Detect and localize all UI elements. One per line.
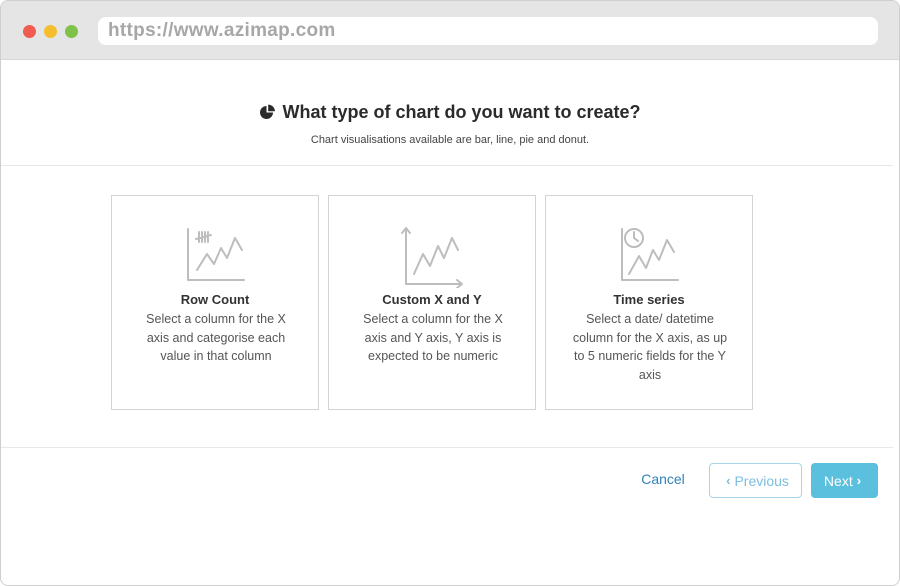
next-button-label: Next — [823, 472, 853, 489]
card-title: Time series — [613, 292, 685, 307]
card-description: Select a column for the X axis and Y axi… — [363, 312, 503, 363]
chart-option-custom-xy[interactable]: Custom X and Y Select a column for the X… — [328, 195, 536, 410]
card-description: Select a date/ datetime column for the X… — [572, 312, 728, 382]
minimize-window-button[interactable] — [44, 25, 57, 38]
address-bar[interactable]: https://www.azimap.com — [98, 17, 878, 45]
cancel-button[interactable]: Cancel — [630, 471, 696, 491]
bottom-divider — [1, 447, 893, 448]
browser-titlebar: https://www.azimap.com — [1, 1, 899, 60]
time-series-chart-icon — [621, 228, 679, 281]
row-count-chart-icon — [187, 228, 245, 281]
xy-axis-chart-icon — [401, 227, 463, 288]
page-title: What type of chart do you want to create… — [282, 102, 641, 122]
chart-option-row-count[interactable]: Row Count Select a column for the X axis… — [111, 195, 319, 410]
next-button[interactable]: Next › — [811, 463, 878, 498]
page-subtitle: Chart visualisations available are bar, … — [310, 134, 590, 146]
maximize-window-button[interactable] — [65, 25, 78, 38]
previous-button[interactable]: ‹ Previous — [709, 463, 802, 498]
browser-window: https://www.azimap.com What type of char… — [0, 0, 900, 586]
close-window-button[interactable] — [23, 25, 36, 38]
page-heading: What type of chart do you want to create… — [1, 102, 899, 126]
url-text: https://www.azimap.com — [108, 20, 336, 41]
chevron-left-icon: ‹ — [726, 473, 731, 488]
card-title: Custom X and Y — [382, 292, 482, 307]
top-divider — [1, 165, 893, 166]
pie-chart-icon — [260, 104, 276, 119]
previous-button-label: Previous — [734, 472, 789, 489]
chart-option-time-series[interactable]: Time series Select a date/ datetime colu… — [545, 195, 753, 410]
card-title: Row Count — [180, 292, 250, 307]
card-description: Select a column for the X axis and categ… — [146, 312, 286, 363]
chevron-right-icon: › — [856, 473, 862, 488]
